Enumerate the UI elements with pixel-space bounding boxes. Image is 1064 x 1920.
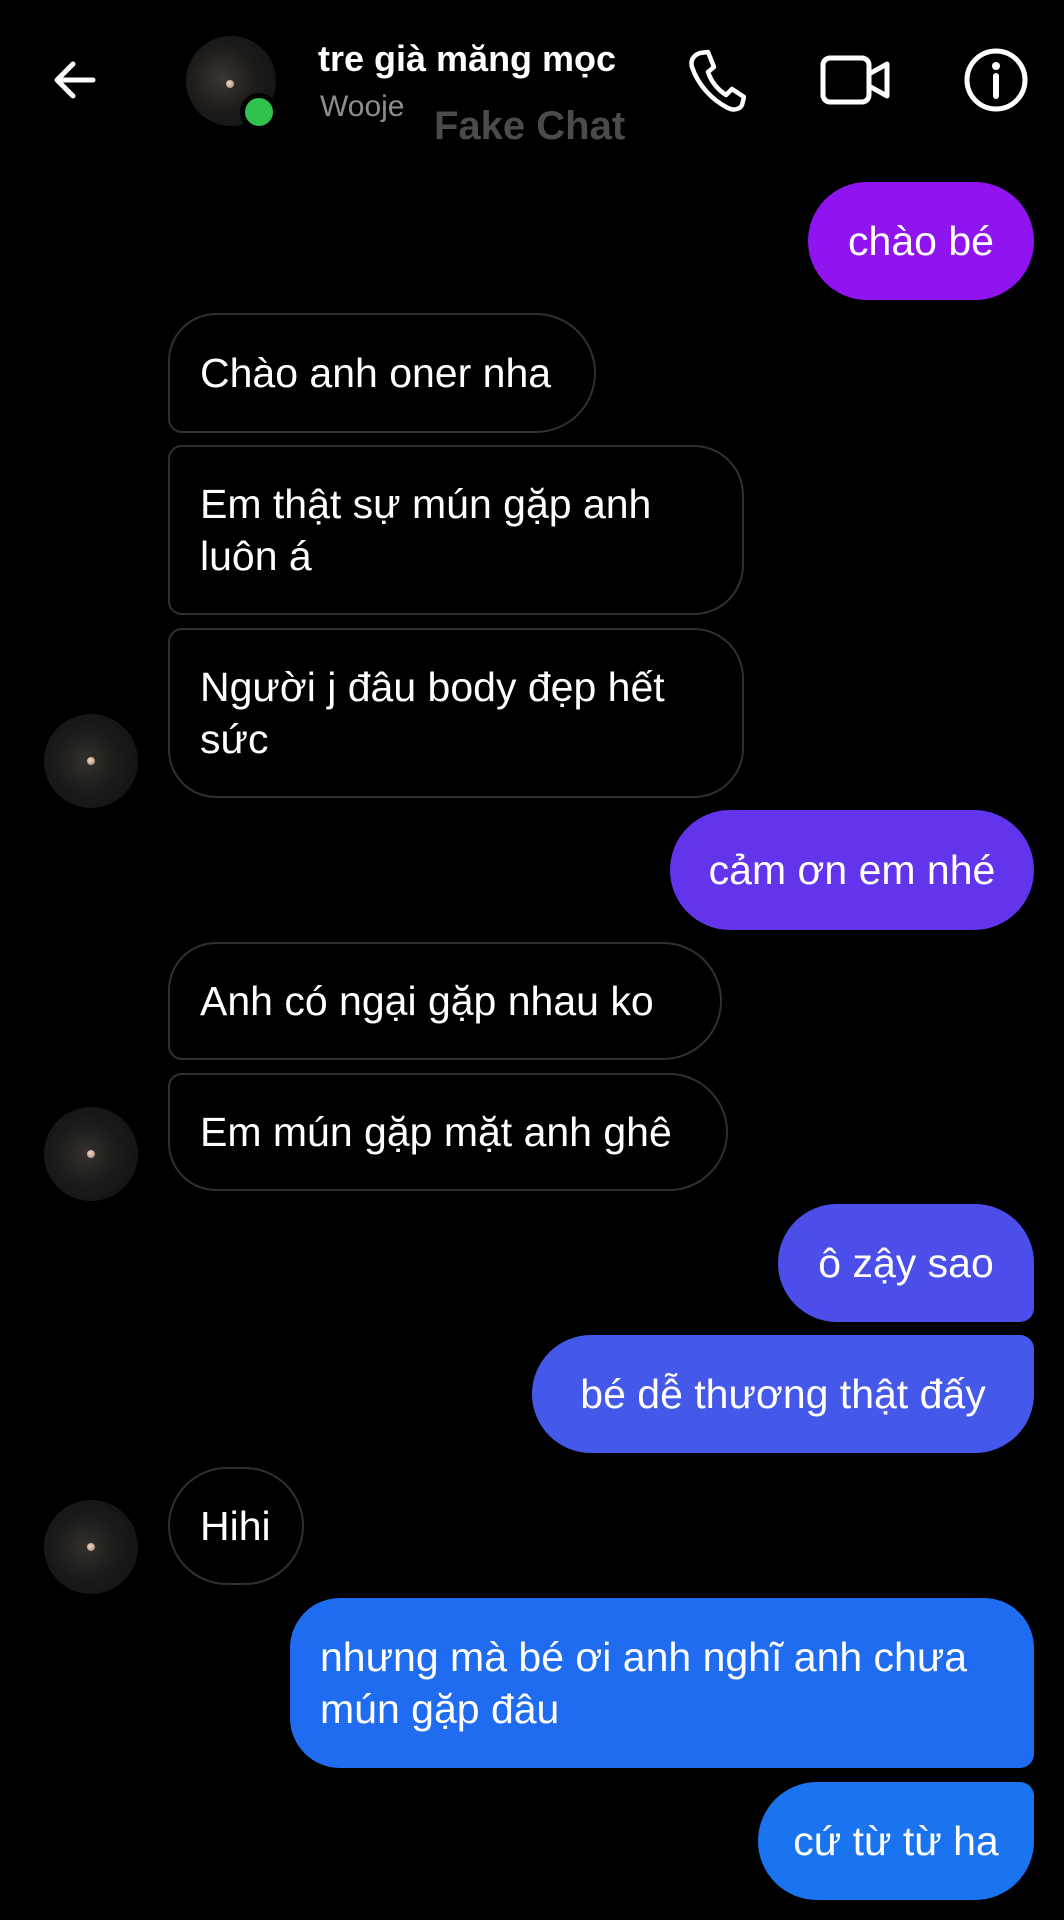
message-text: cứ từ từ ha	[793, 1818, 999, 1864]
video-camera-icon	[820, 55, 890, 105]
message-bubble-sent[interactable]: nhưng mà bé ơi anh nghĩ anh chưa mún gặp…	[290, 1598, 1034, 1768]
chat-header: tre già măng mọc Wooje Fake Chat	[0, 0, 1064, 160]
moon-image	[87, 1543, 95, 1551]
contact-avatar-small[interactable]	[44, 1107, 138, 1201]
watermark: Fake Chat	[434, 104, 626, 148]
arrow-left-icon	[54, 61, 96, 99]
message-bubble-sent[interactable]: bé dễ thương thật đấy	[532, 1335, 1034, 1453]
message-bubble-received[interactable]: Chào anh oner nha	[168, 313, 596, 433]
moon-image	[87, 757, 95, 765]
message-text: chào bé	[848, 218, 994, 264]
message-text: nhưng mà bé ơi anh nghĩ anh chưa mún gặp…	[320, 1634, 968, 1732]
message-bubble-received[interactable]: Anh có ngại gặp nhau ko	[168, 942, 722, 1060]
message-text: Hihi	[200, 1503, 271, 1549]
message-bubble-sent[interactable]: ô zậy sao	[778, 1204, 1034, 1322]
phone-icon	[689, 49, 746, 112]
message-bubble-sent[interactable]: cứ từ từ ha	[758, 1782, 1034, 1900]
message-text: cảm ơn em nhé	[708, 847, 996, 893]
message-bubble-sent[interactable]: cảm ơn em nhé	[670, 810, 1034, 930]
message-text: bé dễ thương thật đấy	[580, 1371, 986, 1417]
contact-avatar-small[interactable]	[44, 714, 138, 808]
info-button[interactable]	[956, 40, 1036, 120]
message-text: Anh có ngại gặp nhau ko	[200, 978, 654, 1024]
online-status-dot	[240, 93, 278, 131]
video-call-button[interactable]	[816, 40, 896, 120]
message-text: Em mún gặp mặt anh ghê	[200, 1109, 672, 1155]
info-icon	[964, 48, 1028, 112]
voice-call-button[interactable]	[676, 40, 756, 120]
message-text: Người j đâu body đẹp hết sức	[200, 664, 665, 762]
contact-avatar-small[interactable]	[44, 1500, 138, 1594]
back-button[interactable]	[40, 45, 110, 115]
message-text: Em thật sự mún gặp anh luôn á	[200, 481, 652, 579]
message-bubble-received[interactable]: Em mún gặp mặt anh ghê	[168, 1073, 728, 1191]
message-bubble-received[interactable]: Người j đâu body đẹp hết sức	[168, 628, 744, 798]
message-bubble-sent[interactable]: chào bé	[808, 182, 1034, 300]
moon-image	[87, 1150, 95, 1158]
message-text: ô zậy sao	[818, 1240, 994, 1286]
contact-status: Wooje	[320, 90, 405, 123]
moon-image	[226, 80, 234, 88]
message-text: Chào anh oner nha	[200, 350, 552, 396]
message-bubble-received[interactable]: Em thật sự mún gặp anh luôn á	[168, 445, 744, 615]
message-bubble-received[interactable]: Hihi	[168, 1467, 304, 1585]
contact-name[interactable]: tre già măng mọc	[318, 38, 616, 80]
